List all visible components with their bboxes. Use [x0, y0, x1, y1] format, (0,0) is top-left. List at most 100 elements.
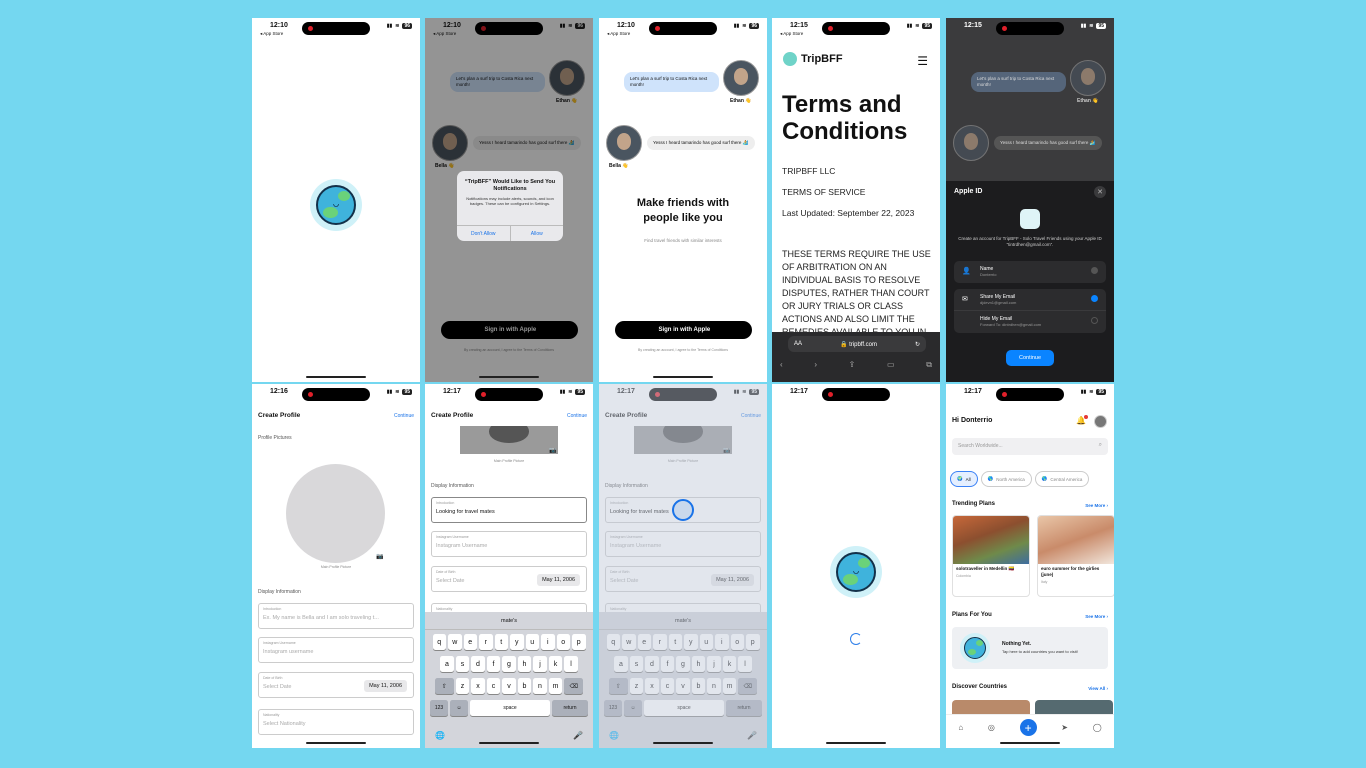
key-k[interactable]: k	[548, 656, 563, 672]
key-n[interactable]: n	[533, 678, 547, 694]
key-b[interactable]: b	[517, 678, 532, 694]
date-picker-chip[interactable]: May 11, 2006	[364, 680, 407, 692]
back-to-app-store-link[interactable]: ◂ App Store	[780, 31, 803, 37]
key-l[interactable]: l	[564, 656, 578, 672]
add-plan-button[interactable]: +	[1019, 719, 1037, 736]
key-g[interactable]: g	[502, 656, 516, 672]
status-bar: 12:15 ▮▮ ≋ 95	[946, 18, 1114, 38]
bell-icon[interactable]: 🔔	[1076, 415, 1088, 425]
chip-all[interactable]: 🌍 All	[950, 471, 978, 487]
empty-plans-card[interactable]: Nothing Yet. Tap here to add countries y…	[952, 627, 1108, 669]
key-q[interactable]: q	[432, 634, 446, 650]
share-icon[interactable]: ⇪	[849, 360, 856, 370]
key-w[interactable]: w	[448, 634, 462, 650]
share-my-email-option[interactable]: ✉ Share My Email djdevn1@gmail.com	[954, 289, 1106, 311]
dynamic-island	[302, 22, 370, 35]
tripbff-globe-logo: ◡	[830, 546, 882, 598]
key-row-3: ⇧ z x c v b n m ⌫	[425, 678, 593, 694]
instagram-field[interactable]: Instagram Username Instagram Username	[431, 531, 587, 557]
key-r[interactable]: r	[479, 634, 493, 650]
shift-key[interactable]: ⇧	[434, 678, 454, 694]
key-j[interactable]: j	[533, 656, 547, 672]
key-u[interactable]: u	[525, 634, 539, 650]
page-title: Create Profile	[431, 412, 474, 419]
nationality-field[interactable]: Nationality Select Nationality	[258, 709, 414, 735]
back-to-app-store-link[interactable]: ◂ App Store	[607, 31, 630, 37]
status-time: 12:10	[270, 22, 288, 29]
menu-icon[interactable]: ☰	[917, 54, 928, 68]
key-s[interactable]: s	[455, 656, 470, 672]
introduction-field[interactable]: Introduction Looking for travel mates	[431, 497, 587, 523]
key-v[interactable]: v	[502, 678, 516, 694]
dont-allow-button[interactable]: Don't Allow	[457, 226, 511, 241]
status-bar: 12:17	[772, 384, 940, 404]
key-z[interactable]: z	[455, 678, 470, 694]
navigation-icon[interactable]: ➤	[1061, 723, 1068, 732]
key-o[interactable]: o	[556, 634, 570, 650]
date-of-birth-field[interactable]: Date of Birth Select Date May 11, 2006	[258, 672, 414, 698]
key-h[interactable]: h	[517, 656, 532, 672]
key-d[interactable]: d	[471, 656, 485, 672]
main-profile-picture-placeholder[interactable]	[286, 464, 385, 563]
key-p[interactable]: p	[572, 634, 586, 650]
see-more-link[interactable]: See More ›	[1085, 503, 1108, 508]
home-indicator	[826, 742, 886, 744]
key-c[interactable]: c	[486, 678, 501, 694]
reader-aa-button[interactable]: AA	[794, 341, 802, 347]
microphone-icon[interactable]: 🎤	[573, 731, 583, 740]
chip-north-america[interactable]: 🌎 North America	[980, 471, 1032, 487]
view-all-link[interactable]: View All ›	[1088, 686, 1108, 691]
introduction-field[interactable]: Introduction Ex. My name is Bella and I a…	[258, 603, 414, 629]
legal-text: By creating an account, I agree to the T…	[637, 348, 728, 352]
chat-icon[interactable]: ◯	[1093, 723, 1102, 732]
return-key[interactable]: return	[552, 700, 588, 716]
globe-icon[interactable]: 🌐	[435, 731, 445, 740]
tabs-icon[interactable]: ⧉	[926, 360, 932, 370]
autocomplete-suggestion[interactable]: mate's	[425, 612, 593, 630]
forward-arrow-icon[interactable]: ›	[814, 360, 817, 370]
plan-card[interactable]: euro summer for the girlies (june) Italy	[1037, 515, 1114, 597]
plan-card[interactable]: solotraveller in Medellin 🇨🇴 Colombia	[952, 515, 1030, 597]
apple-id-screen: 12:15 ▮▮ ≋ 95 Let's plan a surf trip to Co…	[946, 18, 1114, 382]
key-i[interactable]: i	[541, 634, 555, 650]
avatar[interactable]	[1094, 415, 1107, 428]
see-more-link[interactable]: See More ›	[1085, 614, 1108, 619]
key-t[interactable]: t	[494, 634, 508, 650]
date-of-birth-field[interactable]: Date of Birth Select Date May 11, 2006	[431, 566, 587, 592]
sign-in-with-apple-button[interactable]: Sign in with Apple	[615, 321, 752, 339]
explore-icon[interactable]: ◎	[988, 723, 995, 732]
chip-central-america[interactable]: 🌎 Central America	[1034, 471, 1090, 487]
continue-link[interactable]: Continue	[567, 413, 587, 419]
camera-icon[interactable]: 📷	[549, 447, 556, 454]
url-bar[interactable]: AA 🔒 tripbff.com ↻	[788, 336, 926, 352]
key-y[interactable]: y	[510, 634, 524, 650]
tripbff-logo[interactable]: TripBFF	[783, 52, 843, 66]
home-icon[interactable]: ⌂	[958, 723, 963, 732]
key-a[interactable]: a	[440, 656, 454, 672]
hide-my-email-option[interactable]: Hide My Email Forward To: dintrdhen@gmai…	[954, 311, 1106, 333]
continue-link[interactable]: Continue	[394, 413, 414, 419]
bookmarks-icon[interactable]: ▭	[887, 360, 895, 370]
key-x[interactable]: x	[471, 678, 485, 694]
avatar-name-ethan: Ethan 👋	[1077, 98, 1099, 104]
reload-icon[interactable]: ↻	[915, 341, 920, 348]
back-to-app-store-link[interactable]: ◂ App Store	[260, 31, 283, 37]
numbers-key[interactable]: 123	[430, 700, 448, 716]
camera-icon[interactable]: 📷	[376, 553, 383, 560]
back-arrow-icon[interactable]: ‹	[780, 360, 783, 370]
search-input[interactable]: Search Worldwide... ⌕	[952, 438, 1108, 455]
delete-key[interactable]: ⌫	[564, 678, 584, 694]
instagram-field[interactable]: Instagram Username Instagram username	[258, 637, 414, 663]
clear-name-icon[interactable]	[1091, 267, 1098, 274]
space-key[interactable]: space	[470, 700, 550, 716]
date-picker-chip[interactable]: May 11, 2006	[537, 574, 580, 586]
main-profile-photo[interactable]	[460, 426, 558, 454]
emoji-key[interactable]: ☺	[450, 700, 468, 716]
key-f[interactable]: f	[486, 656, 501, 672]
key-m[interactable]: m	[548, 678, 563, 694]
continue-button[interactable]: Continue	[1006, 350, 1054, 366]
allow-button[interactable]: Allow	[511, 226, 564, 241]
name-row[interactable]: 👤 Name Donterrio	[954, 261, 1106, 283]
close-icon[interactable]: ✕	[1094, 186, 1106, 198]
key-e[interactable]: e	[463, 634, 477, 650]
